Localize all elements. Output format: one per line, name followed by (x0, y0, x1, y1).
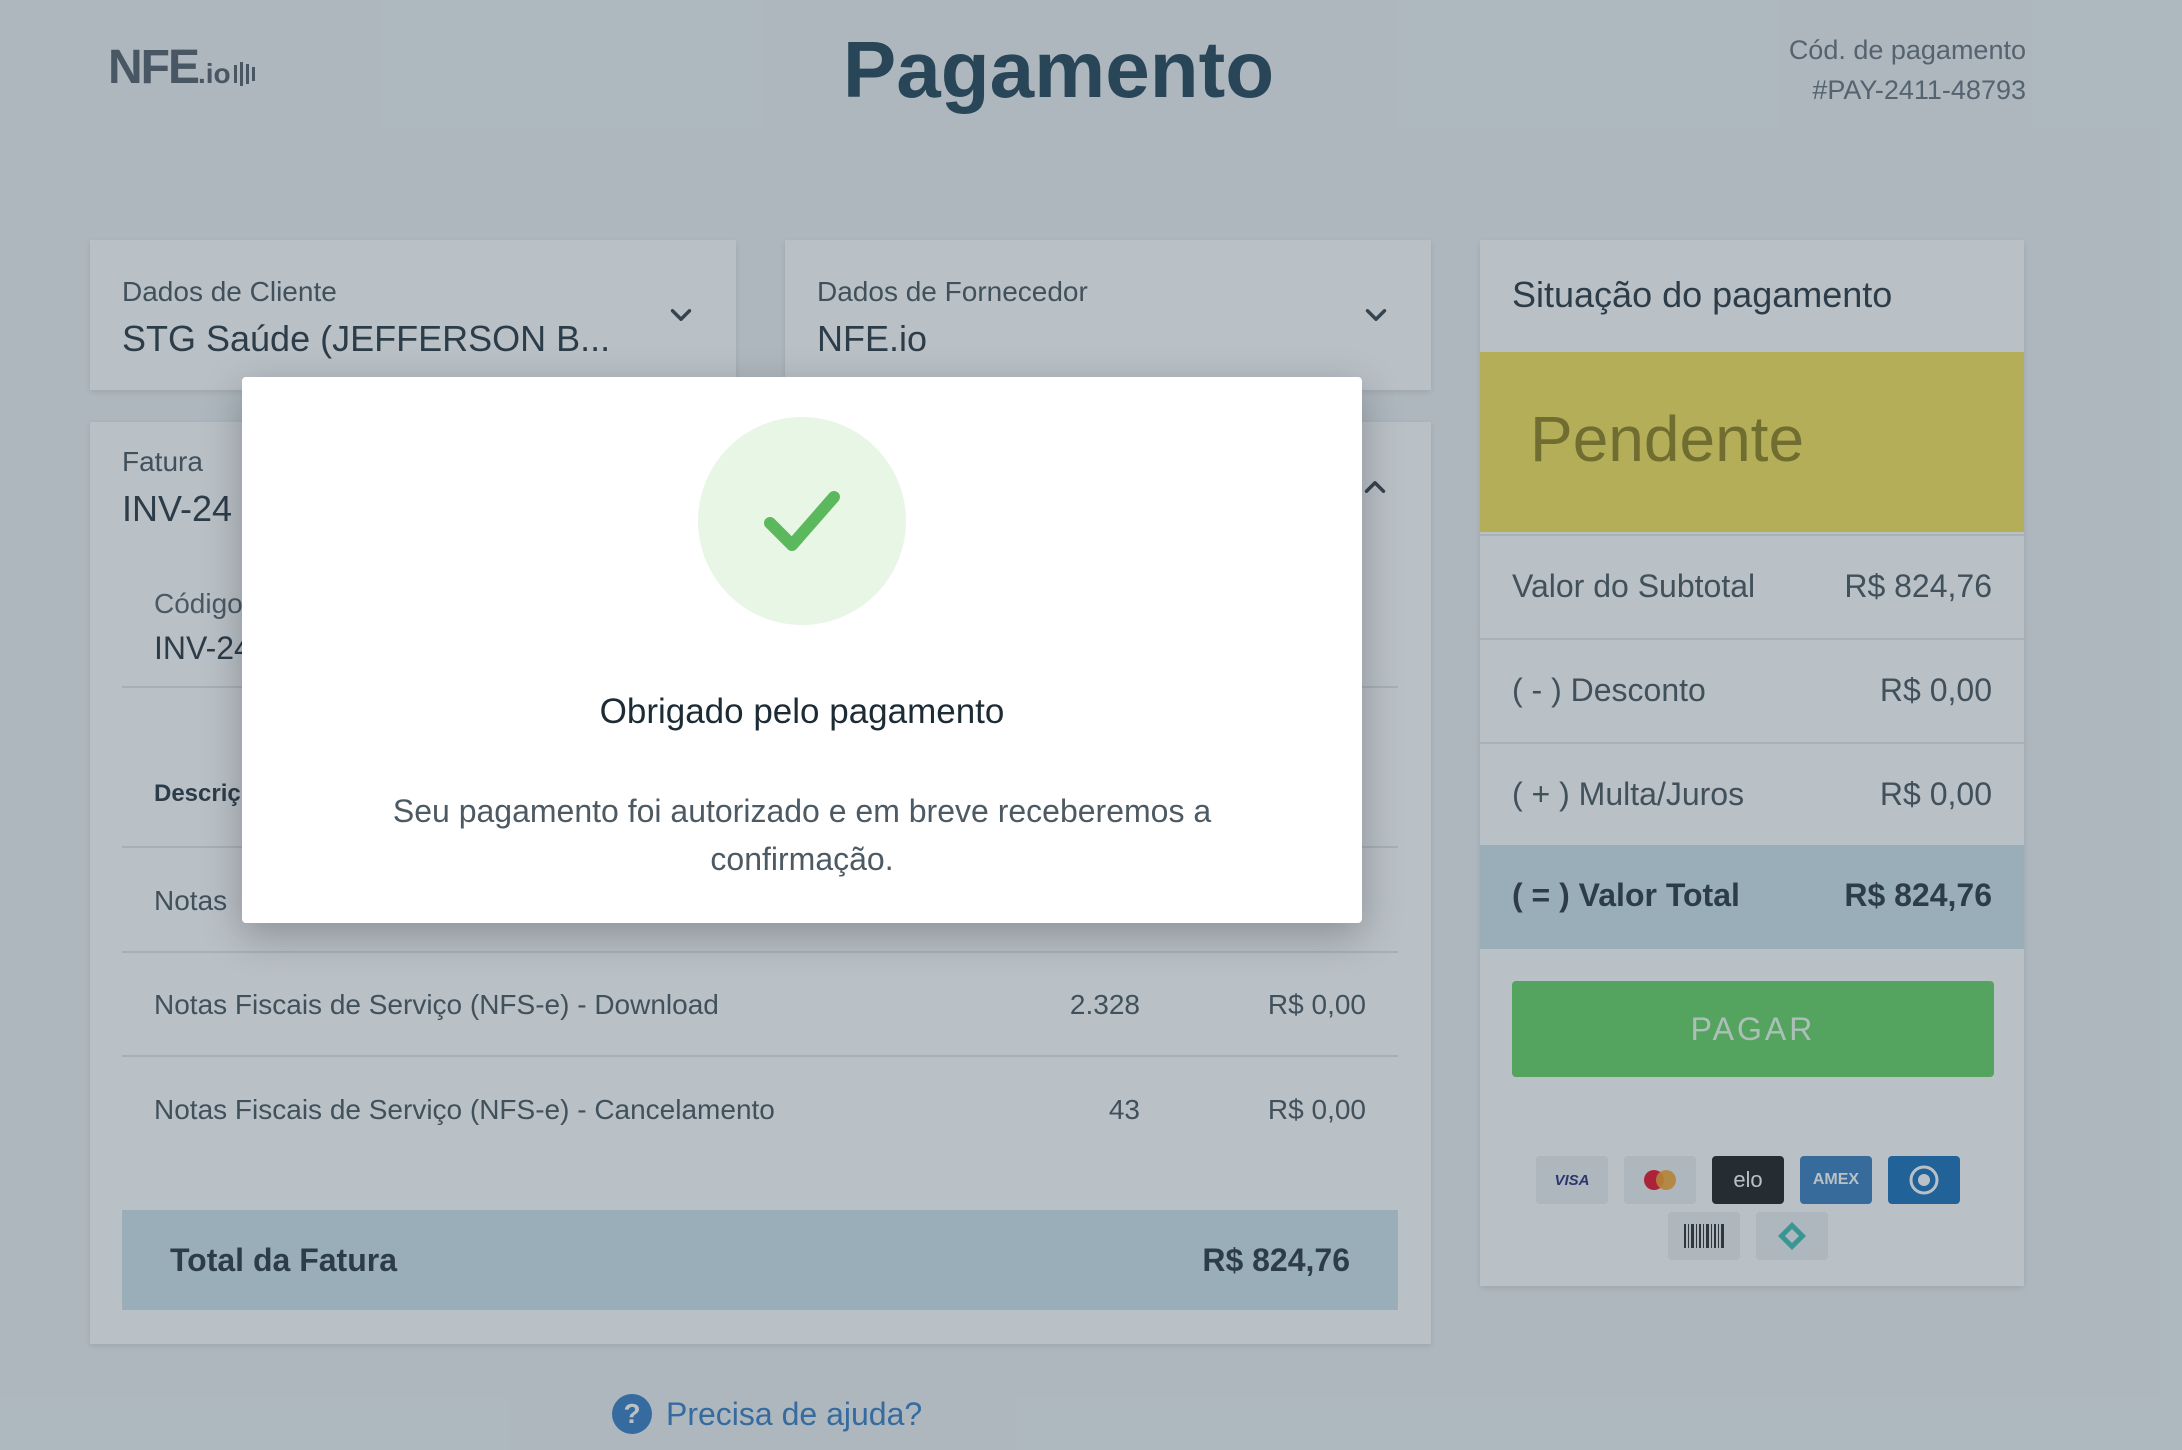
payment-page: NFE .io Pagamento Cód. de pagamento #PAY… (0, 0, 2182, 1450)
check-icon (764, 491, 840, 551)
modal-title: Obrigado pelo pagamento (599, 692, 1005, 731)
payment-success-modal: Obrigado pelo pagamento Seu pagamento fo… (242, 377, 1362, 923)
modal-message: Seu pagamento foi autorizado e em breve … (392, 793, 1212, 877)
check-circle (698, 417, 906, 625)
